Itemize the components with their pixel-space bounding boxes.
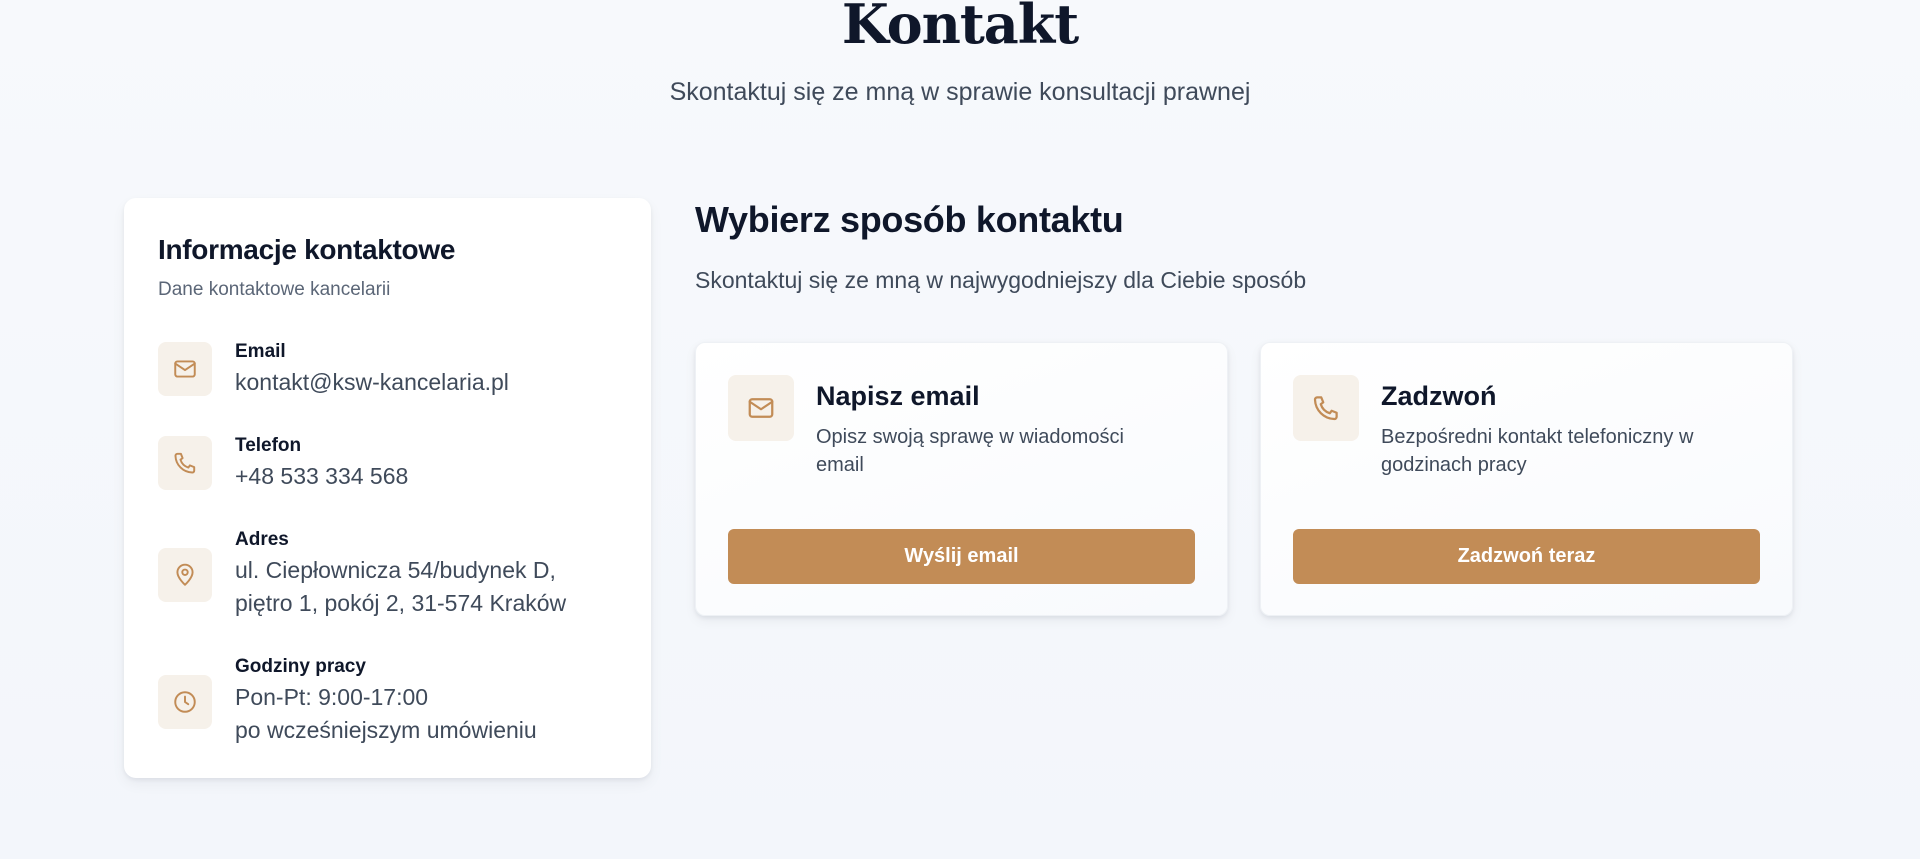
address-line-2: piętro 1, pokój 2, 31-574 Kraków xyxy=(235,590,567,616)
phone-icon xyxy=(158,436,212,490)
page-subtitle: Skontaktuj się ze mną w sprawie konsulta… xyxy=(669,78,1251,106)
info-label-email: Email xyxy=(235,341,286,362)
info-label-address: Adres xyxy=(235,529,289,550)
call-now-button[interactable]: Zadzwoń teraz xyxy=(1293,529,1760,584)
contact-methods-subtitle: Skontaktuj się ze mną w najwygodniejszy … xyxy=(695,267,1307,293)
info-label-phone: Telefon xyxy=(235,435,302,456)
map-pin-icon xyxy=(158,548,212,602)
phone-link[interactable]: +48 533 334 568 xyxy=(235,460,595,493)
contact-methods-title: Wybierz sposób kontaktu xyxy=(695,199,1124,240)
clock-icon xyxy=(158,675,212,729)
email-method-title: Napisz email xyxy=(816,381,980,411)
email-method-description: Opisz swoją sprawę w wiadomości email xyxy=(816,426,1124,476)
info-label-hours: Godziny pracy xyxy=(235,656,366,677)
info-card-title: Informacje kontaktowe xyxy=(158,234,456,265)
mail-icon xyxy=(158,342,212,396)
phone-method-title: Zadzwoń xyxy=(1381,381,1497,411)
send-email-button[interactable]: Wyślij email xyxy=(728,529,1195,584)
address-line-1: ul. Ciepłownicza 54/budynek D, xyxy=(235,557,556,583)
phone-method-description: Bezpośredni kontakt telefoniczny w godzi… xyxy=(1381,426,1694,476)
mail-icon xyxy=(728,375,794,441)
email-method-card: Napisz email Opisz swoją sprawę w wiadom… xyxy=(695,342,1228,616)
email-link[interactable]: kontakt@ksw-kancelaria.pl xyxy=(235,366,595,399)
info-card-description: Dane kontaktowe kancelarii xyxy=(158,279,391,300)
phone-method-card: Zadzwoń Bezpośredni kontakt telefoniczny… xyxy=(1260,342,1793,616)
page-title: Kontakt xyxy=(841,0,1079,56)
hours-line-2: po wcześniejszym umówieniu xyxy=(235,717,537,743)
contact-info-card: Informacje kontaktowe Dane kontaktowe ka… xyxy=(124,198,651,778)
phone-icon xyxy=(1293,375,1359,441)
hours-line-1: Pon-Pt: 9:00-17:00 xyxy=(235,684,429,710)
